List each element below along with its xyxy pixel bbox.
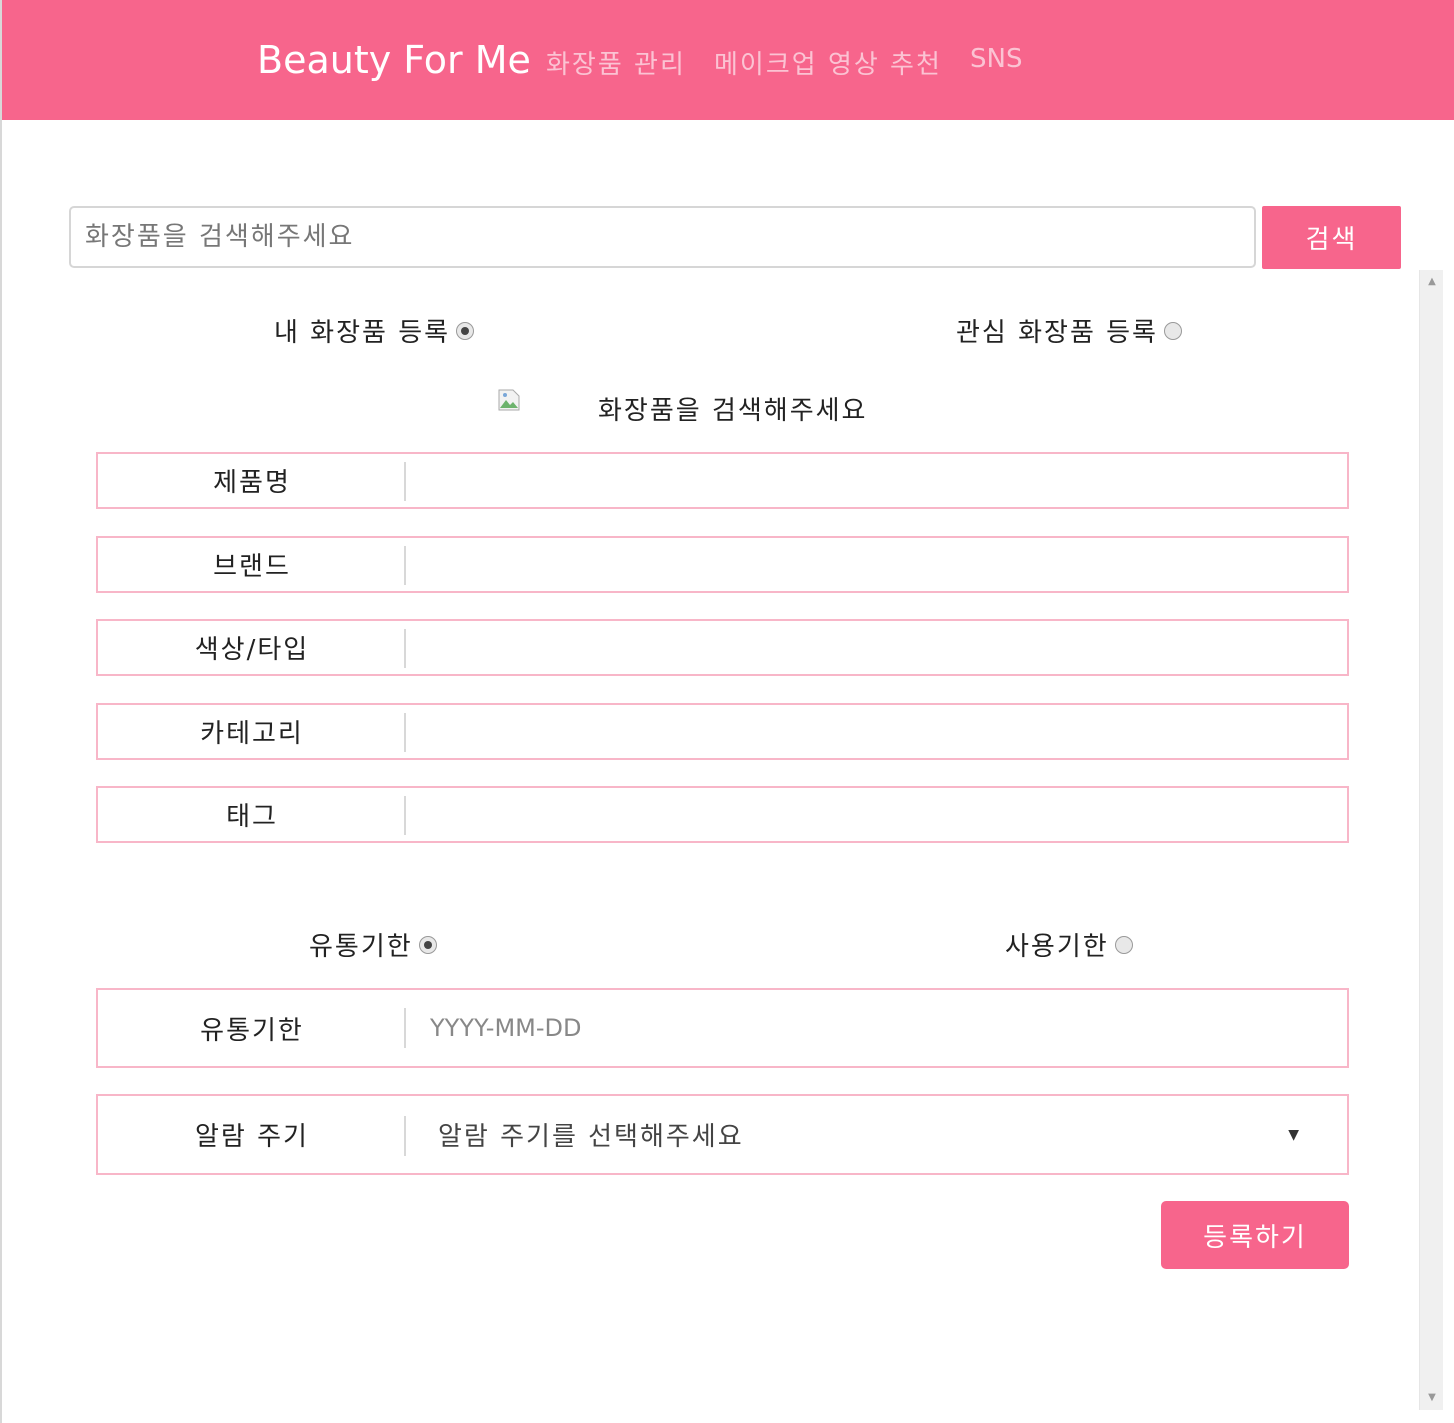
register-button[interactable]: 등록하기 — [1161, 1201, 1349, 1269]
divider — [404, 1008, 406, 1048]
radio-checked-icon[interactable] — [418, 935, 437, 954]
field-label: 유통기한 — [200, 1015, 304, 1046]
divider — [404, 713, 406, 752]
alarm-select[interactable]: 알람 주기를 선택해주세요 — [438, 1096, 744, 1173]
brand-input[interactable] — [416, 538, 1336, 591]
radio-unchecked-icon[interactable] — [1163, 321, 1182, 340]
scroll-up-icon[interactable]: ▲ — [1420, 272, 1444, 292]
radio-wishlist-cosmetic[interactable]: 관심 화장품 등록 — [956, 312, 1182, 349]
nav-link-cosmetics[interactable]: 화장품 관리 — [546, 44, 686, 81]
scroll-down-icon[interactable]: ▼ — [1420, 1388, 1444, 1408]
divider — [404, 1116, 406, 1156]
radio-label: 관심 화장품 등록 — [956, 318, 1158, 348]
preview-caption: 화장품을 검색해주세요 — [598, 396, 868, 426]
radio-expiry-date[interactable]: 유통기한 — [309, 926, 437, 963]
divider — [404, 796, 406, 835]
nav-link-makeup-video[interactable]: 메이크업 영상 추천 — [714, 44, 942, 81]
divider — [404, 629, 406, 668]
radio-use-by-date[interactable]: 사용기한 — [1005, 926, 1133, 963]
radio-label: 사용기한 — [1005, 932, 1109, 962]
chevron-down-icon[interactable]: ▼ — [1288, 1096, 1299, 1173]
category-input[interactable] — [416, 705, 1336, 758]
broken-image-icon — [498, 389, 520, 411]
field-expiry: 유통기한 — [96, 988, 1349, 1068]
field-color-type: 색상/타입 — [96, 619, 1349, 676]
search-input[interactable] — [69, 206, 1256, 268]
field-product-name: 제품명 — [96, 452, 1349, 509]
search-button[interactable]: 검색 — [1262, 206, 1401, 269]
page: Beauty For Me 화장품 관리 메이크업 영상 추천 SNS 검색 ▲… — [0, 0, 1454, 1423]
color-type-input[interactable] — [416, 621, 1336, 674]
tag-input[interactable] — [416, 788, 1336, 841]
radio-label: 유통기한 — [309, 932, 413, 962]
scrollbar[interactable]: ▲ ▼ — [1419, 270, 1443, 1410]
navbar: Beauty For Me 화장품 관리 메이크업 영상 추천 SNS — [2, 0, 1454, 120]
field-category: 카테고리 — [96, 703, 1349, 760]
radio-unchecked-icon[interactable] — [1114, 935, 1133, 954]
radio-checked-icon[interactable] — [456, 321, 475, 340]
field-label: 태그 — [226, 802, 278, 832]
expiry-date-input[interactable] — [416, 990, 1336, 1066]
brand-logo[interactable]: Beauty For Me — [257, 38, 531, 82]
field-label: 제품명 — [213, 468, 291, 498]
radio-label: 내 화장품 등록 — [274, 318, 451, 348]
field-label: 카테고리 — [200, 719, 304, 749]
product-name-input[interactable] — [416, 454, 1336, 507]
field-alarm: 알람 주기 알람 주기를 선택해주세요 ▼ — [96, 1094, 1349, 1175]
field-label: 알람 주기 — [195, 1122, 309, 1152]
divider — [404, 462, 406, 501]
radio-my-cosmetic[interactable]: 내 화장품 등록 — [274, 312, 475, 349]
field-brand: 브랜드 — [96, 536, 1349, 593]
field-tag: 태그 — [96, 786, 1349, 843]
field-label: 색상/타입 — [194, 635, 310, 665]
divider — [404, 546, 406, 585]
nav-link-sns[interactable]: SNS — [970, 44, 1022, 74]
field-label: 브랜드 — [213, 552, 291, 582]
